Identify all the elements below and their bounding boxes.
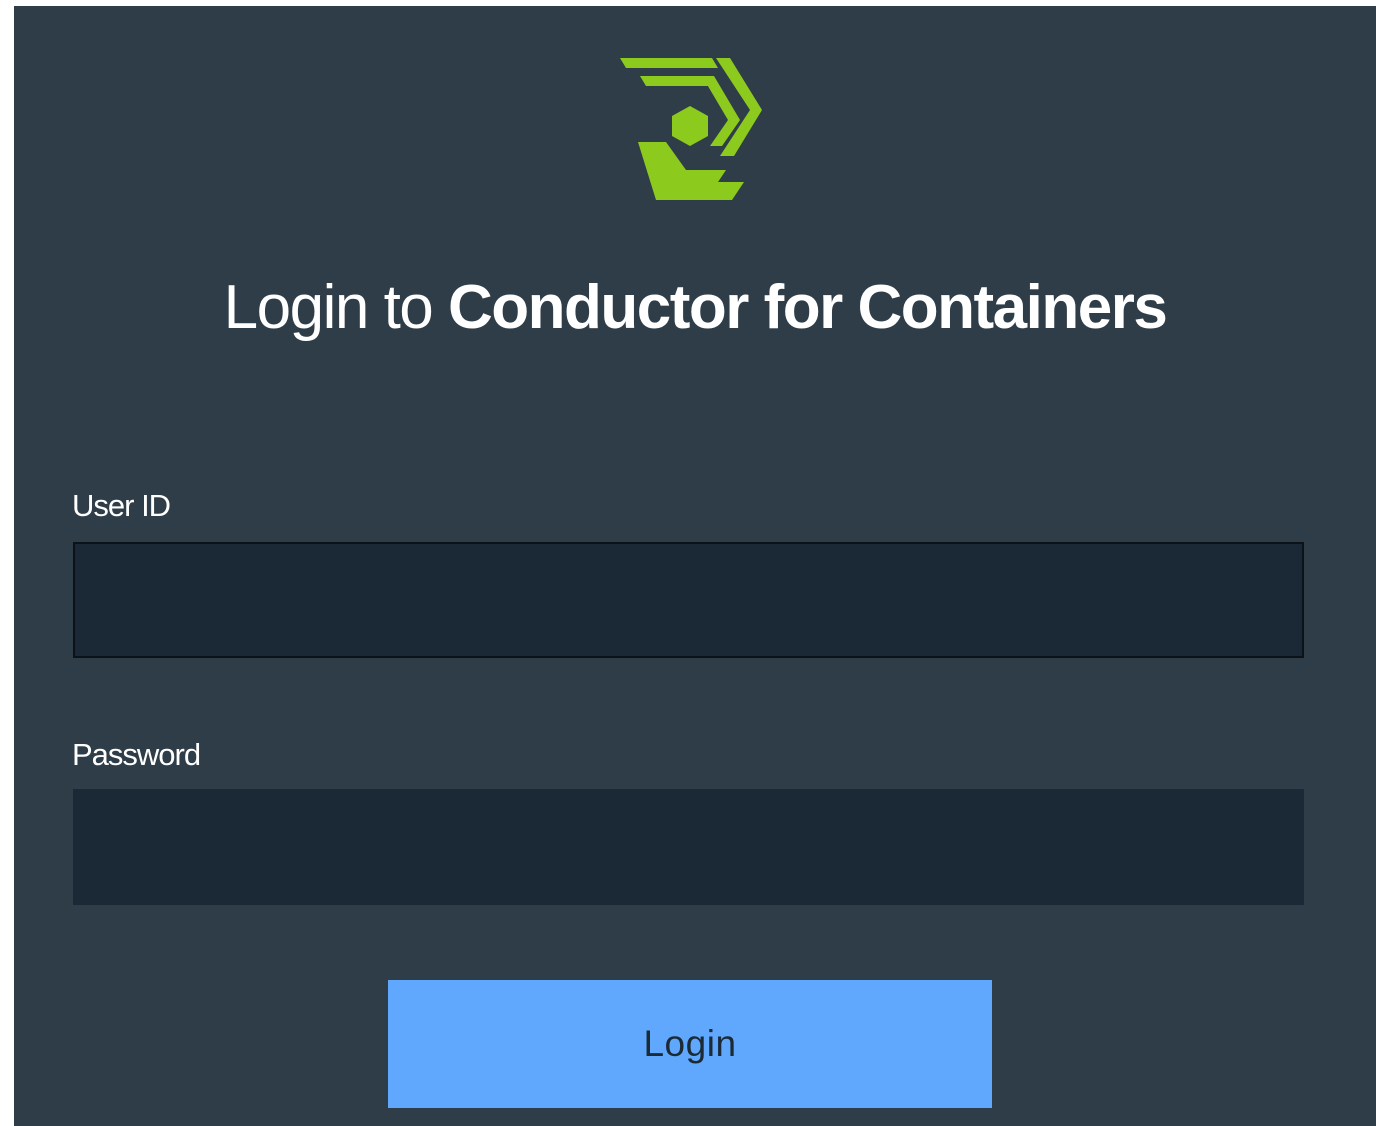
password-input[interactable] [73,789,1304,905]
title-prefix: Login to [223,273,434,342]
password-label: Password [72,737,201,772]
user-id-label: User ID [72,488,171,523]
title-product-name: Conductor for Containers [448,273,1168,342]
page-title: Login to Conductor for Containers [14,272,1376,344]
login-panel: Login to Conductor for Containers User I… [14,6,1376,1126]
conductor-logo-icon [620,58,762,200]
user-id-input[interactable] [73,542,1304,658]
login-button[interactable]: Login [388,980,992,1108]
